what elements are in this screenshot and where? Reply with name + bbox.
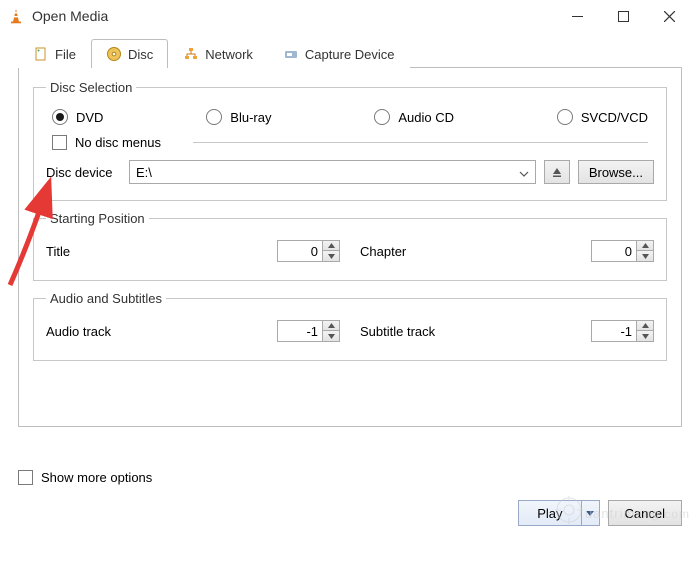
spin-up-icon[interactable] [323, 241, 339, 251]
minimize-button[interactable] [554, 0, 600, 32]
titlebar: Open Media [0, 0, 700, 32]
radio-icon [557, 109, 573, 125]
title-label: Title [46, 244, 277, 259]
tab-label: Disc [128, 47, 153, 62]
select-value: E:\ [136, 165, 152, 180]
disc-selection-group: Disc Selection DVD Blu-ray Audio CD SVCD… [33, 80, 667, 201]
title-spinner[interactable] [277, 240, 340, 262]
spin-down-icon[interactable] [637, 251, 653, 261]
starting-position-group: Starting Position Title Chapter [33, 211, 667, 281]
checkbox-icon [52, 135, 67, 150]
subtitle-track-label: Subtitle track [360, 324, 591, 339]
play-button[interactable]: Play [518, 500, 581, 526]
checkbox-no-disc-menus[interactable]: No disc menus [52, 135, 161, 150]
spin-up-icon[interactable] [637, 321, 653, 331]
capture-device-icon [283, 46, 299, 62]
caret-down-icon [586, 511, 594, 516]
tab-capture-device[interactable]: Capture Device [268, 39, 410, 68]
maximize-button[interactable] [600, 0, 646, 32]
audio-track-label: Audio track [46, 324, 277, 339]
disc-selection-legend: Disc Selection [46, 80, 136, 95]
radio-label: Audio CD [398, 110, 454, 125]
radio-label: DVD [76, 110, 103, 125]
starting-position-legend: Starting Position [46, 211, 149, 226]
radio-label: Blu-ray [230, 110, 271, 125]
subtitle-track-spinner[interactable] [591, 320, 654, 342]
chapter-input[interactable] [591, 240, 637, 262]
chapter-label: Chapter [360, 244, 591, 259]
subtitle-track-input[interactable] [591, 320, 637, 342]
title-input[interactable] [277, 240, 323, 262]
radio-bluray[interactable]: Blu-ray [206, 109, 271, 125]
file-icon [33, 46, 49, 62]
spin-down-icon[interactable] [323, 251, 339, 261]
radio-svcd-vcd[interactable]: SVCD/VCD [557, 109, 648, 125]
button-label: Play [537, 506, 562, 521]
checkbox-label: No disc menus [75, 135, 161, 150]
eject-button[interactable] [544, 160, 570, 184]
radio-dvd[interactable]: DVD [52, 109, 103, 125]
spin-down-icon[interactable] [637, 331, 653, 341]
cancel-button[interactable]: Cancel [608, 500, 682, 526]
tab-label: File [55, 47, 76, 62]
play-dropdown-button[interactable] [582, 500, 600, 526]
spin-down-icon[interactable] [323, 331, 339, 341]
eject-icon [551, 166, 563, 178]
radio-icon [206, 109, 222, 125]
checkbox-icon [18, 470, 33, 485]
disc-icon [106, 46, 122, 62]
disc-device-select[interactable]: E:\ [129, 160, 536, 184]
tab-disc[interactable]: Disc [91, 39, 168, 68]
close-button[interactable] [646, 0, 692, 32]
spin-up-icon[interactable] [323, 321, 339, 331]
tab-label: Capture Device [305, 47, 395, 62]
radio-icon [374, 109, 390, 125]
checkbox-show-more-options[interactable]: Show more options [18, 470, 152, 485]
audio-track-input[interactable] [277, 320, 323, 342]
disc-device-label: Disc device [46, 165, 121, 180]
button-label: Cancel [625, 506, 665, 521]
vlc-cone-icon [8, 8, 24, 24]
chapter-spinner[interactable] [591, 240, 654, 262]
audio-track-spinner[interactable] [277, 320, 340, 342]
separator [193, 142, 648, 143]
window-title: Open Media [32, 8, 554, 24]
tab-label: Network [205, 47, 253, 62]
audio-subtitles-group: Audio and Subtitles Audio track Subtitle… [33, 291, 667, 361]
radio-icon [52, 109, 68, 125]
tab-file[interactable]: File [18, 39, 91, 68]
browse-button[interactable]: Browse... [578, 160, 654, 184]
network-icon [183, 46, 199, 62]
tab-network[interactable]: Network [168, 39, 268, 68]
button-label: Browse... [589, 165, 643, 180]
radio-audiocd[interactable]: Audio CD [374, 109, 454, 125]
checkbox-label: Show more options [41, 470, 152, 485]
audio-subtitles-legend: Audio and Subtitles [46, 291, 166, 306]
spin-up-icon[interactable] [637, 241, 653, 251]
radio-label: SVCD/VCD [581, 110, 648, 125]
tab-pane-disc: Disc Selection DVD Blu-ray Audio CD SVCD… [18, 67, 682, 427]
chevron-down-icon [519, 165, 529, 180]
media-tabs: File Disc Network Capture Device [18, 39, 682, 68]
